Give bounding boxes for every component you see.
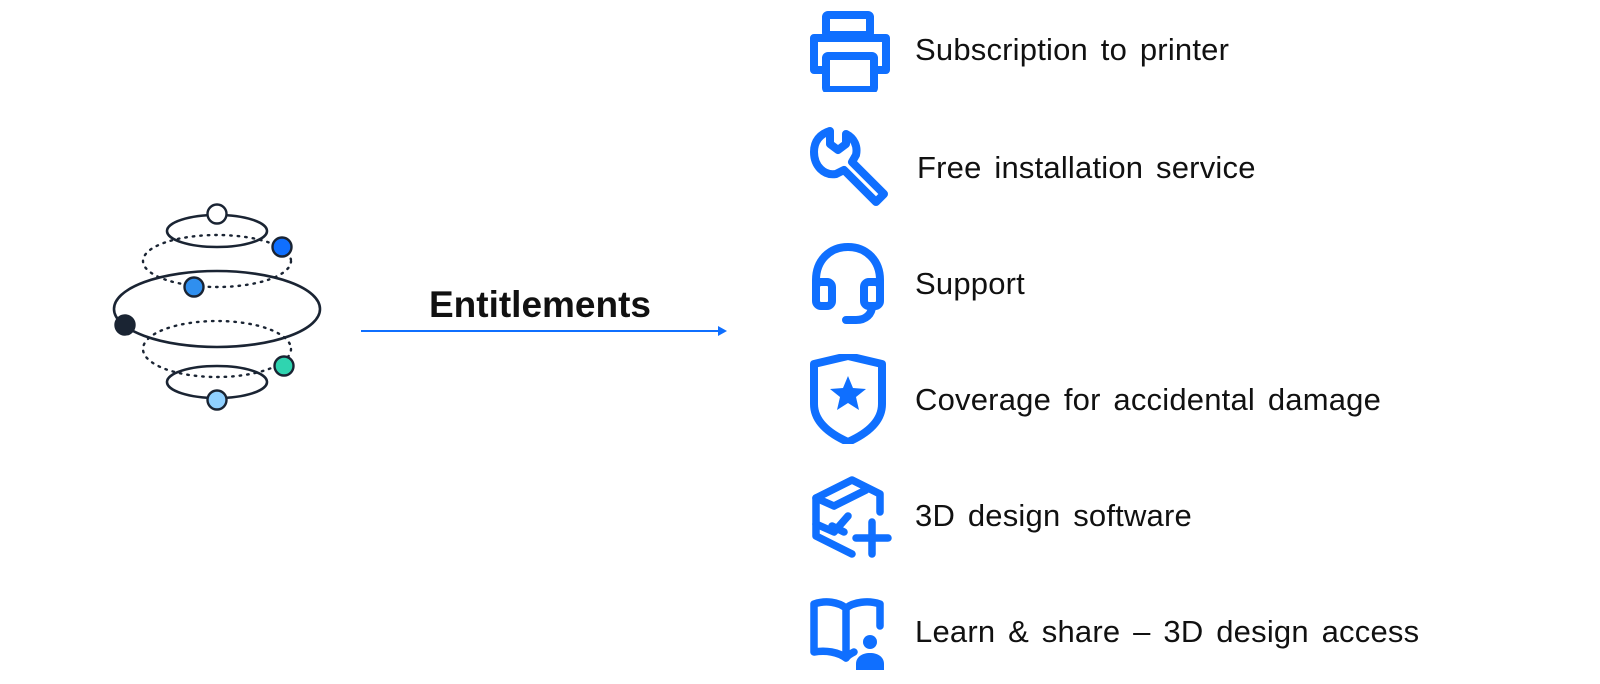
entitlement-label: Subscription to printer xyxy=(915,32,1230,67)
star-icon xyxy=(830,376,866,410)
orbit-node-upper-right xyxy=(271,236,293,258)
orbit-node-upper-left xyxy=(183,276,205,298)
entitlements-arrow: Entitlements xyxy=(358,270,738,350)
orbit-ecosystem-icon xyxy=(112,203,322,411)
3d-design-software-icon xyxy=(812,476,892,558)
entitlement-item: 3D design software xyxy=(808,466,1588,566)
entitlement-item: Free installation service xyxy=(808,118,1588,218)
orbit-node-bottom xyxy=(206,389,228,411)
entitlement-item: Learn & share – 3D design access xyxy=(808,582,1588,682)
orbit-dotted-upper xyxy=(141,233,293,289)
entitlement-label: Learn & share – 3D design access xyxy=(915,614,1420,649)
arrow-head xyxy=(718,326,727,336)
entitlement-label: Coverage for accidental damage xyxy=(915,382,1382,417)
orbit-node-lower-right xyxy=(273,355,295,377)
arrow-line xyxy=(361,326,727,336)
orbit-node-left xyxy=(114,314,136,336)
entitlement-label: 3D design software xyxy=(915,498,1192,533)
entitlement-item: Support xyxy=(808,234,1588,334)
entitlement-item: Coverage for accidental damage xyxy=(808,350,1588,450)
headset-icon xyxy=(812,243,884,324)
user-body-icon xyxy=(856,653,884,670)
entitlement-label: Free installation service xyxy=(917,150,1256,185)
entitlement-item: Subscription to printer xyxy=(808,0,1588,100)
shield-star-icon xyxy=(810,354,886,444)
wrench-icon xyxy=(810,127,888,206)
orbit-dotted-lower xyxy=(141,319,293,379)
user-head-icon xyxy=(863,635,877,649)
orbit-ring-main xyxy=(112,269,322,349)
book-user-icon xyxy=(810,598,884,670)
entitlement-label: Support xyxy=(915,266,1025,301)
printer-icon xyxy=(810,11,890,92)
orbit-node-top xyxy=(206,203,228,225)
